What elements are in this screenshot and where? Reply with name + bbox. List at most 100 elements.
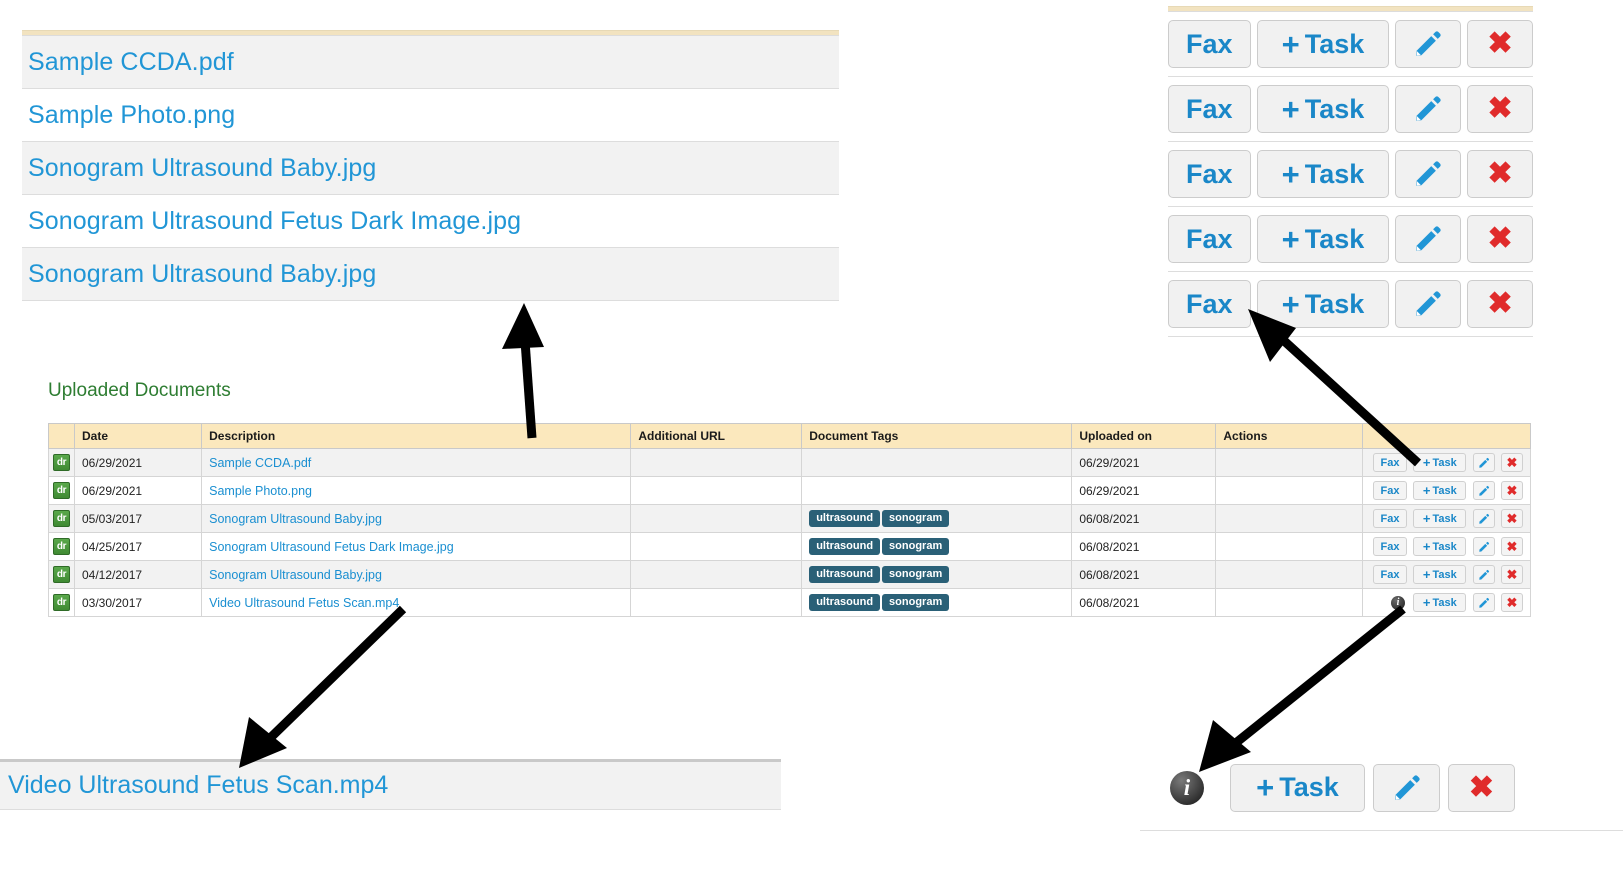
file-name-label: Video Ultrasound Fetus Scan.mp4 — [8, 771, 389, 799]
delete-button[interactable]: ✖ — [1467, 280, 1534, 328]
tag-chip[interactable]: sonogram — [882, 566, 950, 583]
fax-button[interactable]: Fax — [1372, 537, 1407, 556]
plus-icon: + — [1422, 595, 1431, 610]
table-header-row: Date Description Additional URL Document… — [48, 423, 1532, 449]
table-row[interactable]: dr 04/12/2017 Sonogram Ultrasound Baby.j… — [48, 560, 1532, 589]
edit-button[interactable] — [1395, 215, 1462, 263]
edit-button[interactable] — [1395, 20, 1462, 68]
delete-button[interactable]: ✖ — [1501, 593, 1523, 612]
edit-button[interactable] — [1373, 763, 1440, 812]
tag-chip[interactable]: ultrasound — [809, 538, 881, 555]
column-header-date[interactable]: Date — [73, 423, 203, 449]
list-item[interactable]: Sample CCDA.pdf — [22, 36, 839, 89]
tag-chip[interactable]: sonogram — [882, 510, 950, 527]
edit-button[interactable] — [1472, 537, 1495, 556]
delete-button[interactable]: ✖ — [1501, 509, 1523, 528]
date-cell: 03/30/2017 — [73, 588, 203, 617]
delete-button[interactable]: ✖ — [1501, 481, 1523, 500]
delete-button[interactable]: ✖ — [1501, 565, 1523, 584]
column-header-additional-url[interactable]: Additional URL — [630, 423, 803, 449]
add-task-button[interactable]: + Task — [1256, 150, 1390, 198]
edit-button[interactable] — [1472, 565, 1495, 584]
edit-button[interactable] — [1472, 593, 1495, 612]
delete-button[interactable]: ✖ — [1467, 150, 1534, 198]
file-name-label: Sonogram Ultrasound Baby.jpg — [28, 153, 377, 182]
table-row[interactable]: dr 05/03/2017 Sonogram Ultrasound Baby.j… — [48, 504, 1532, 533]
add-task-button[interactable]: + Task — [1256, 85, 1390, 133]
fax-button[interactable]: Fax — [1372, 453, 1407, 472]
list-item[interactable]: Video Ultrasound Fetus Scan.mp4 — [0, 762, 781, 810]
add-task-button[interactable]: + Task — [1413, 481, 1467, 500]
add-task-button[interactable]: + Task — [1256, 215, 1390, 263]
fax-button[interactable]: Fax — [1372, 565, 1407, 584]
plus-icon: + — [1281, 91, 1300, 127]
edit-button[interactable] — [1395, 150, 1462, 198]
close-icon: ✖ — [1487, 92, 1513, 125]
doc-type-cell: dr — [48, 588, 75, 617]
info-icon[interactable]: i — [1390, 595, 1405, 610]
video-file-row-zoom: Video Ultrasound Fetus Scan.mp4 — [0, 759, 781, 810]
column-header-icon[interactable] — [48, 423, 75, 449]
document-link[interactable]: Sample CCDA.pdf — [209, 456, 311, 470]
list-item[interactable]: Sonogram Ultrasound Baby.jpg — [22, 248, 839, 301]
table-row[interactable]: dr 06/29/2021 Sample CCDA.pdf 06/29/2021… — [48, 448, 1532, 477]
column-header-description[interactable]: Description — [201, 423, 632, 449]
table-row[interactable]: dr 03/30/2017 Video Ultrasound Fetus Sca… — [48, 588, 1532, 617]
document-link[interactable]: Sonogram Ultrasound Fetus Dark Image.jpg — [209, 540, 454, 554]
column-header-uploaded-on[interactable]: Uploaded on — [1071, 423, 1217, 449]
column-header-document-tags[interactable]: Document Tags — [801, 423, 1073, 449]
fax-button[interactable]: Fax — [1168, 20, 1251, 68]
delete-button[interactable]: ✖ — [1467, 85, 1534, 133]
delete-button[interactable]: ✖ — [1501, 453, 1523, 472]
add-task-button[interactable]: + Task — [1413, 509, 1467, 528]
tag-chip[interactable]: sonogram — [882, 594, 950, 611]
add-task-button[interactable]: + Task — [1413, 537, 1467, 556]
list-item[interactable]: Sonogram Ultrasound Baby.jpg — [22, 142, 839, 195]
delete-button[interactable]: ✖ — [1467, 215, 1534, 263]
document-link[interactable]: Sonogram Ultrasound Baby.jpg — [209, 568, 382, 582]
fax-button[interactable]: Fax — [1168, 85, 1251, 133]
fax-button[interactable]: Fax — [1168, 280, 1251, 328]
fax-button[interactable]: Fax — [1372, 509, 1407, 528]
list-item[interactable]: Sample Photo.png — [22, 89, 839, 142]
column-header-actions[interactable]: Actions — [1215, 423, 1363, 449]
add-task-button[interactable]: + Task — [1256, 20, 1390, 68]
pencil-icon — [1413, 94, 1443, 124]
document-link[interactable]: Sample Photo.png — [209, 484, 312, 498]
document-link[interactable]: Sonogram Ultrasound Baby.jpg — [209, 512, 382, 526]
edit-button[interactable] — [1472, 453, 1495, 472]
info-icon[interactable]: i — [1170, 770, 1204, 805]
delete-button[interactable]: ✖ — [1448, 763, 1515, 812]
delete-button[interactable]: ✖ — [1467, 20, 1534, 68]
date-cell: 05/03/2017 — [73, 504, 203, 533]
doc-type-cell: dr — [48, 560, 75, 589]
table-row[interactable]: dr 04/25/2017 Sonogram Ultrasound Fetus … — [48, 532, 1532, 561]
fax-label: Fax — [1186, 93, 1233, 124]
tag-chip[interactable]: ultrasound — [809, 566, 881, 583]
tag-chip[interactable]: ultrasound — [809, 510, 881, 527]
add-task-button[interactable]: + Task — [1230, 763, 1365, 812]
fax-label: Fax — [1380, 484, 1400, 497]
actions-cell — [1215, 476, 1363, 505]
table-row[interactable]: dr 06/29/2021 Sample Photo.png 06/29/202… — [48, 476, 1532, 505]
fax-button[interactable]: Fax — [1168, 215, 1251, 263]
edit-button[interactable] — [1472, 509, 1495, 528]
tag-chip[interactable]: ultrasound — [809, 594, 881, 611]
tag-chip[interactable]: sonogram — [882, 538, 950, 555]
close-icon: ✖ — [1487, 157, 1513, 190]
fax-button[interactable]: Fax — [1168, 150, 1251, 198]
delete-button[interactable]: ✖ — [1501, 537, 1523, 556]
edit-button[interactable] — [1472, 481, 1495, 500]
edit-button[interactable] — [1395, 85, 1462, 133]
fax-label: Fax — [1380, 568, 1400, 581]
document-icon: dr — [53, 566, 70, 583]
add-task-button[interactable]: + Task — [1413, 593, 1467, 612]
add-task-button[interactable]: + Task — [1413, 565, 1467, 584]
fax-button[interactable]: Fax — [1372, 481, 1407, 500]
list-item[interactable]: Sonogram Ultrasound Fetus Dark Image.jpg — [22, 195, 839, 248]
document-link[interactable]: Video Ultrasound Fetus Scan.mp4 — [209, 596, 399, 610]
edit-button[interactable] — [1395, 280, 1462, 328]
add-task-button[interactable]: + Task — [1413, 453, 1467, 472]
annotation-arrow-filelist — [502, 303, 544, 439]
add-task-button[interactable]: + Task — [1256, 280, 1390, 328]
